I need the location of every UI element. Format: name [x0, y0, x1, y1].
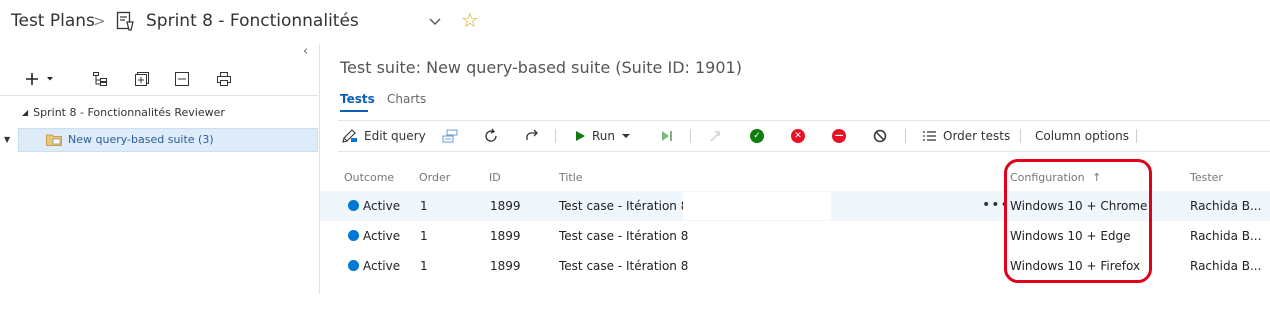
column-header-title[interactable]: Title: [559, 171, 583, 184]
edit-query-button[interactable]: Edit query: [342, 121, 426, 151]
plan-title[interactable]: Sprint 8 - Fonctionnalités: [146, 11, 359, 31]
tree-item-root[interactable]: ◢ Sprint 8 - Fonctionnalités Reviewer: [22, 106, 225, 119]
active-status-icon: [348, 260, 359, 271]
mark-blocked-button[interactable]: —: [832, 121, 846, 151]
run-options-icon: [662, 131, 672, 141]
tree-toolbar: [0, 64, 318, 96]
add-tests-icon: [442, 129, 458, 143]
add-tests-button[interactable]: [442, 121, 458, 151]
active-status-icon: [348, 200, 359, 211]
chevron-down-icon[interactable]: [426, 12, 444, 30]
id-cell: 1899: [490, 259, 521, 273]
redo-button[interactable]: [524, 121, 540, 151]
column-header-configuration[interactable]: Configuration ↑: [1010, 171, 1101, 184]
query-folder-icon: [46, 134, 62, 146]
tests-toolbar: Edit query Run ✓ ✕ — Order tests Column …: [338, 120, 1270, 152]
column-header-order[interactable]: Order: [419, 171, 450, 184]
mark-failed-button[interactable]: ✕: [791, 121, 805, 151]
toolbar-divider: [1136, 129, 1137, 143]
collapse-pane-icon[interactable]: ‹: [303, 44, 308, 59]
title-cell[interactable]: Test case - Itération 8: [559, 199, 688, 213]
new-suite-icon[interactable]: [132, 67, 152, 91]
tester-cell: Rachida B...: [1190, 259, 1262, 273]
outcome-cell: Active: [348, 199, 400, 213]
order-cell: 1: [420, 199, 428, 213]
pass-icon: ✓: [750, 129, 764, 143]
header: Test Plans > Sprint 8 - Fonctionnalités …: [0, 0, 1270, 44]
star-icon[interactable]: ☆: [461, 10, 479, 30]
configuration-cell: Windows 10 + Edge: [1010, 229, 1131, 243]
configuration-cell: Windows 10 + Firefox: [1010, 259, 1141, 273]
tester-cell: Rachida B...: [1190, 199, 1262, 213]
column-header-outcome[interactable]: Outcome: [344, 171, 394, 184]
toolbar-divider: [905, 129, 906, 143]
tree-item-query-suite[interactable]: New query-based suite (3): [46, 133, 214, 146]
order-tests-button[interactable]: Order tests: [923, 121, 1010, 151]
reset-to-active-button[interactable]: [708, 121, 722, 151]
row-more-actions-icon[interactable]: •••: [982, 198, 1010, 212]
id-cell: 1899: [490, 199, 521, 213]
run-button[interactable]: Run: [574, 121, 631, 151]
not-applicable-icon: [873, 129, 887, 143]
breadcrumb-test-plans[interactable]: Test Plans: [11, 11, 95, 31]
title-cell[interactable]: Test case - Itération 8: [559, 229, 688, 243]
expanded-triangle-icon[interactable]: ◢: [22, 108, 28, 117]
column-options-label: Column options: [1035, 129, 1129, 143]
toolbar-divider: [690, 129, 691, 143]
toolbar-divider: [555, 129, 556, 143]
column-header-tester[interactable]: Tester: [1190, 171, 1223, 184]
outcome-cell: Active: [348, 229, 400, 243]
blocked-icon: —: [832, 129, 846, 143]
fail-icon: ✕: [791, 129, 805, 143]
order-cell: 1: [420, 229, 428, 243]
suite-title: Test suite: New query-based suite (Suite…: [340, 58, 742, 77]
active-status-icon: [348, 230, 359, 241]
print-icon[interactable]: [214, 67, 234, 91]
order-tests-label: Order tests: [943, 129, 1011, 143]
active-tab-indicator: [340, 110, 368, 112]
title-cell[interactable]: Test case - Itération 8: [559, 259, 688, 273]
play-icon: [576, 131, 585, 141]
id-cell: 1899: [490, 229, 521, 243]
configuration-cell: Windows 10 + Chrome: [1010, 199, 1148, 213]
edit-query-label: Edit query: [364, 129, 426, 143]
refresh-icon: [485, 128, 497, 142]
toolbar-divider: [1020, 129, 1021, 143]
title-cell-gap: [683, 192, 831, 220]
tab-charts[interactable]: Charts: [387, 92, 426, 106]
tree-icon[interactable]: [90, 67, 110, 91]
tree-root-label: Sprint 8 - Fonctionnalités Reviewer: [33, 106, 225, 119]
redo-icon: [526, 129, 538, 140]
test-plan-icon: [116, 11, 134, 31]
run-with-options-button[interactable]: [660, 121, 674, 151]
tab-tests[interactable]: Tests: [340, 92, 375, 106]
column-header-id[interactable]: ID: [489, 171, 501, 184]
configuration-header-label: Configuration: [1010, 171, 1085, 184]
chevron-down-icon[interactable]: ▼: [4, 135, 10, 144]
caret-down-icon[interactable]: [621, 132, 631, 140]
mark-not-applicable-button[interactable]: [873, 121, 887, 151]
outcome-cell: Active: [348, 259, 400, 273]
table-row[interactable]: Active 1 1899 Test case - Itération 8 Wi…: [320, 251, 1270, 281]
mark-passed-button[interactable]: ✓: [750, 121, 764, 151]
suite-tree-pane: ‹ ◢ Sprint 8 - Fonctionnalités Reviewer …: [0, 44, 320, 294]
sort-ascending-icon: ↑: [1092, 171, 1102, 184]
refresh-button[interactable]: [483, 121, 499, 151]
table-row[interactable]: Active 1 1899 Test case - Itération 8 Wi…: [320, 221, 1270, 251]
tester-cell: Rachida B...: [1190, 229, 1262, 243]
tree-child-label: New query-based suite (3): [68, 133, 214, 146]
column-options-button[interactable]: Column options: [1035, 121, 1129, 151]
reset-icon: [710, 131, 720, 142]
add-icon[interactable]: [24, 67, 58, 91]
order-list-icon: [923, 131, 936, 141]
run-label: Run: [592, 129, 616, 143]
collapse-all-icon[interactable]: [172, 67, 192, 91]
edit-query-icon: [342, 129, 357, 143]
breadcrumb-separator: >: [93, 12, 106, 30]
order-cell: 1: [420, 259, 428, 273]
